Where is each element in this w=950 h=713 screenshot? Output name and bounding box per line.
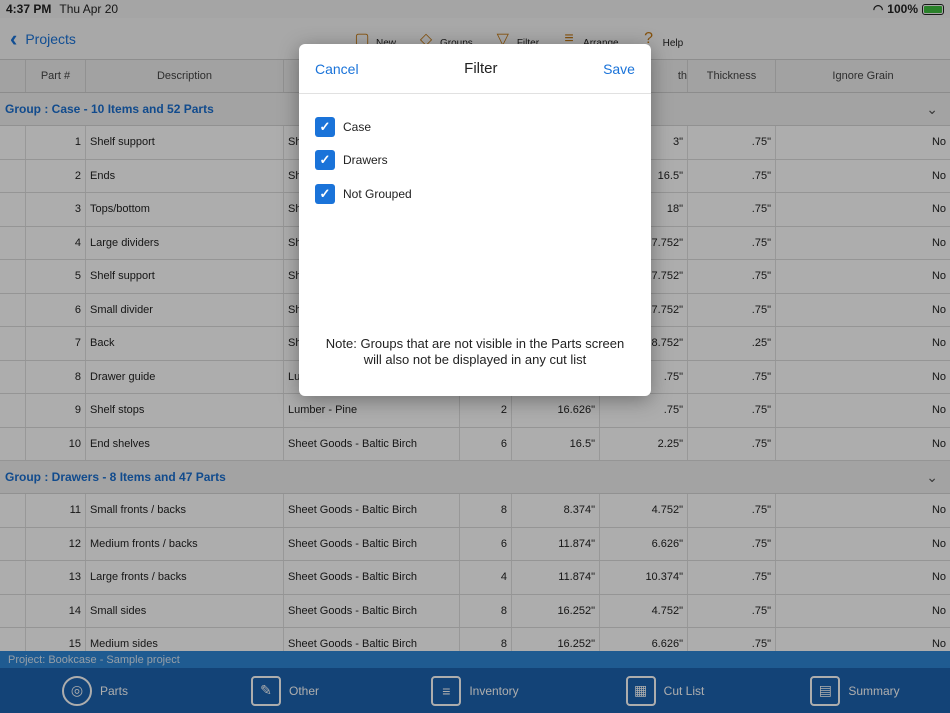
filter-option-case[interactable]: ✓ Case: [315, 110, 635, 144]
dialog-title: Filter: [464, 60, 498, 77]
checkbox-checked-icon[interactable]: ✓: [315, 116, 335, 137]
cancel-button[interactable]: Cancel: [315, 61, 359, 77]
option-label: Not Grouped: [343, 186, 412, 201]
filter-note: Note: Groups that are not visible in the…: [299, 336, 651, 368]
note-line: will also not be displayed in any cut li…: [363, 352, 587, 367]
note-line: Note: Groups that are not visible in the…: [325, 336, 625, 351]
checkbox-checked-icon[interactable]: ✓: [315, 183, 335, 204]
filter-dialog: Cancel Filter Save ✓ Case ✓ Drawers ✓ No…: [299, 44, 651, 396]
filter-option-drawers[interactable]: ✓ Drawers: [315, 144, 635, 178]
checkbox-checked-icon[interactable]: ✓: [315, 150, 335, 171]
save-button[interactable]: Save: [603, 61, 635, 77]
dialog-header: Cancel Filter Save: [299, 44, 651, 94]
option-label: Case: [343, 119, 372, 134]
filter-options: ✓ Case ✓ Drawers ✓ Not Grouped: [299, 94, 651, 211]
option-label: Drawers: [343, 153, 388, 168]
filter-option-not-grouped[interactable]: ✓ Not Grouped: [315, 177, 635, 211]
